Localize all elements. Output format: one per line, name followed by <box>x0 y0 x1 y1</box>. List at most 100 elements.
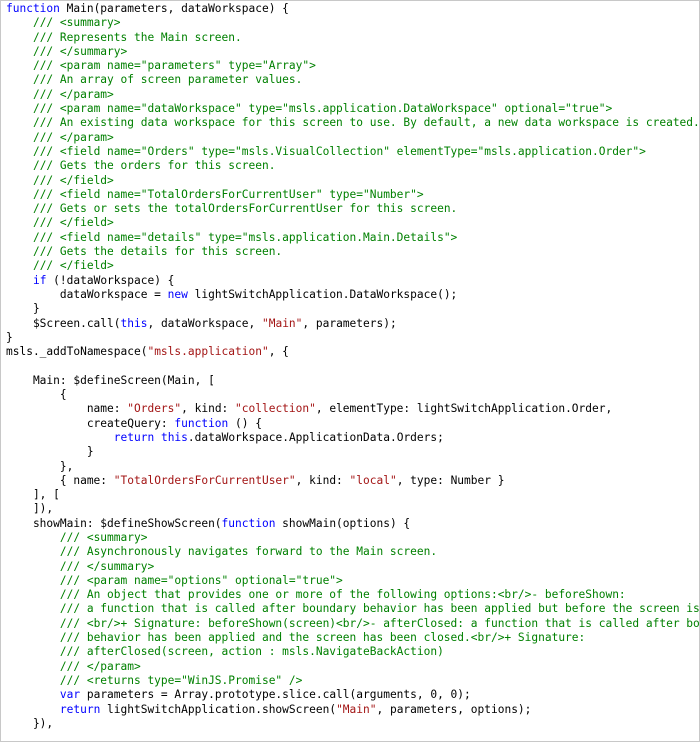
comment-token: /// Asynchronously navigates forward to … <box>59 545 438 559</box>
code-text: dataWorkspace = <box>6 287 168 301</box>
code-line: /// </field> <box>6 174 699 188</box>
code-line: ]), <box>6 502 699 516</box>
code-text: , { <box>268 345 289 359</box>
code-line: /// <field name="Orders" type="msls.Visu… <box>6 144 699 159</box>
code-line: function Main(parameters, dataWorkspace)… <box>6 2 699 16</box>
code-text: } <box>6 445 94 459</box>
code-line: /// Gets the orders for this screen. <box>6 159 699 173</box>
code-line: /// </param> <box>6 659 699 674</box>
string-token: "Main" <box>336 702 377 716</box>
comment-token: /// Represents the Main screen. <box>32 30 242 44</box>
code-line: /// An object that provides one or more … <box>6 588 699 602</box>
code-text: } <box>6 330 13 344</box>
code-line: /// <field name="details" type="msls.app… <box>6 231 699 245</box>
string-token: "local" <box>349 473 397 487</box>
code-line: /// a function that is called after boun… <box>6 602 700 616</box>
code-line: /// <summary> <box>6 530 699 545</box>
code-text: showMain(options) { <box>275 516 411 530</box>
comment-token: /// behavior has been applied and the sc… <box>59 631 586 645</box>
comment-token: /// <param name="parameters" type="Array… <box>32 59 316 73</box>
code-line: /// An existing data workspace for this … <box>6 116 700 130</box>
comment-token: /// </param> <box>59 659 141 673</box>
keyword-token: var <box>59 688 81 702</box>
string-token: "Main" <box>261 316 303 330</box>
code-line: /// behavior has been applied and the sc… <box>6 631 699 645</box>
comment-token: /// </field> <box>32 259 114 273</box>
keyword-token: return <box>59 702 101 716</box>
string-token: "msls.application" <box>147 345 269 359</box>
code-text: createQuery: <box>6 416 175 430</box>
code-text: () { <box>228 416 262 430</box>
code-line: /// </summary> <box>6 45 699 59</box>
comment-token: /// <summary> <box>59 530 148 544</box>
comment-token: /// <param name="options" optional="true… <box>59 573 343 587</box>
code-line: Main: $defineScreen(Main, [ <box>6 374 699 388</box>
comment-token: /// afterClosed(screen, action : msls.Na… <box>59 645 444 659</box>
code-line: $Screen.call(this, dataWorkspace, "Main"… <box>6 316 699 331</box>
code-text: { <box>6 388 67 402</box>
code-text: name: <box>6 402 128 416</box>
code-line: /// </field> <box>6 259 699 273</box>
code-text: { name: <box>6 473 114 487</box>
comment-token: /// </summary> <box>59 559 155 573</box>
code-line: /// </field> <box>6 216 699 230</box>
code-line: /// <param name="parameters" type="Array… <box>6 59 699 73</box>
code-line: /// Asynchronously navigates forward to … <box>6 545 699 559</box>
keyword-token: function <box>174 416 229 430</box>
code-listing: function Main(parameters, dataWorkspace)… <box>6 2 700 731</box>
comment-token: /// An existing data workspace for this … <box>32 116 700 130</box>
keyword-token: if <box>32 273 47 287</box>
code-text: ]), <box>6 502 54 516</box>
code-text: , parameters, options); <box>376 702 532 716</box>
code-line: /// <param name="options" optional="true… <box>6 573 699 588</box>
string-token: "collection" <box>235 402 316 416</box>
comment-token: /// Gets the orders for this screen. <box>32 159 276 173</box>
code-line: if (!dataWorkspace) { <box>6 273 699 288</box>
code-line: /// </param> <box>6 131 699 145</box>
keyword-token: new <box>167 287 188 301</box>
comment-token: /// </param> <box>32 87 114 101</box>
code-line: createQuery: function () { <box>6 416 699 431</box>
code-line: /// Gets or sets the totalOrdersForCurre… <box>6 202 699 216</box>
code-text: showMain: $defineShowScreen( <box>6 516 222 530</box>
comment-token: /// An object that provides one or more … <box>59 588 626 602</box>
comment-token: /// Gets or sets the totalOrdersForCurre… <box>32 202 458 216</box>
code-line: /// Represents the Main screen. <box>6 30 699 45</box>
code-text: msls._addToNamespace( <box>6 345 148 359</box>
code-text: }), <box>6 716 54 730</box>
comment-token: /// a function that is called after boun… <box>59 602 700 616</box>
comment-token: /// <field name="Orders" type="msls.Visu… <box>32 144 646 158</box>
code-text: .dataWorkspace.ApplicationData.Orders; <box>187 430 444 444</box>
code-line: }, <box>6 460 699 474</box>
code-line: dataWorkspace = new lightSwitchApplicati… <box>6 287 699 302</box>
comment-token: /// <param name="dataWorkspace" type="ms… <box>32 102 613 116</box>
code-text: parameters = Array.prototype.slice.call(… <box>80 688 471 702</box>
code-line: /// </param> <box>6 87 699 102</box>
comment-token: /// Gets the details for this screen. <box>32 245 283 259</box>
code-line: ], [ <box>6 488 699 502</box>
